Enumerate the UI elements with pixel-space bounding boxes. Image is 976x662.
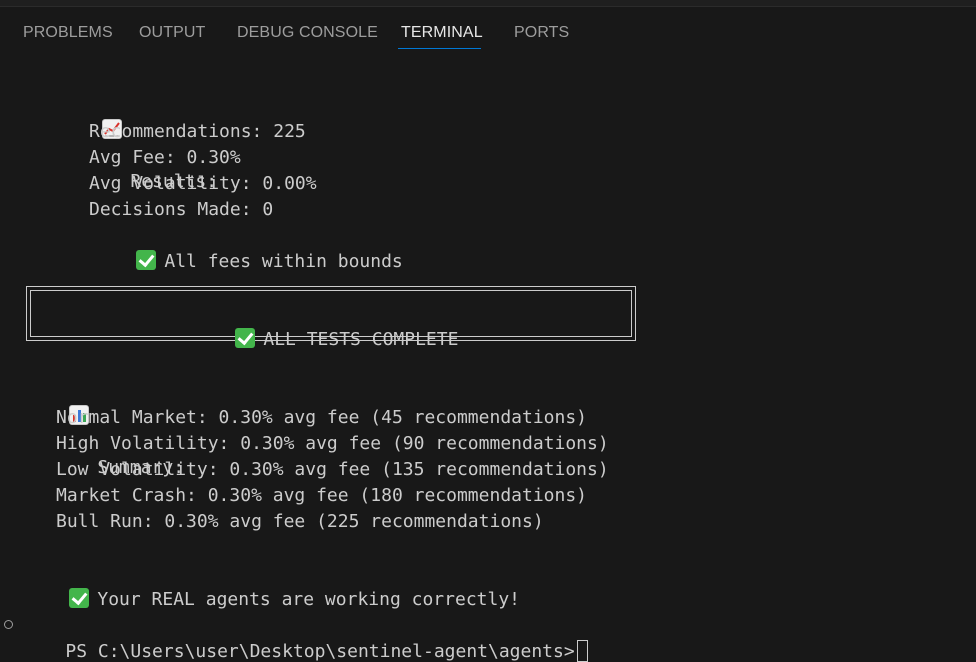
check-mark-button-icon: [235, 328, 256, 348]
prompt-text: PS C:\Users\user\Desktop\sentinel-agent\…: [65, 641, 575, 662]
check-mark-button-icon: [136, 250, 157, 270]
results-header-line: Results:: [59, 93, 217, 192]
avg-volatility-line: Avg Volatility: 0.00%: [89, 173, 317, 194]
fees-check-text: All fees within bounds: [164, 251, 403, 272]
summary-line-market-crash: Market Crash: 0.30% avg fee (180 recomme…: [56, 485, 588, 506]
summary-line-bull-run: Bull Run: 0.30% avg fee (225 recommendat…: [56, 511, 544, 532]
final-message-line: Your REAL agents are working correctly!: [26, 561, 520, 610]
terminal-cursor: [576, 640, 588, 662]
fees-check-line: All fees within bounds: [93, 223, 403, 272]
summary-line-high-volatility: High Volatility: 0.30% avg fee (90 recom…: [56, 433, 609, 454]
final-message: Your REAL agents are working correctly!: [97, 589, 520, 610]
banner-text: ALL TESTS COMPLETE: [263, 329, 459, 350]
summary-line-low-volatility: Low Volatility: 0.30% avg fee (135 recom…: [56, 459, 609, 480]
command-status-dot-icon[interactable]: [4, 620, 13, 629]
summary-line-normal-market: Normal Market: 0.30% avg fee (45 recomme…: [56, 407, 588, 428]
check-mark-button-icon: [69, 588, 90, 608]
summary-header-line: Summary:: [26, 379, 184, 478]
prompt-line[interactable]: PS C:\Users\user\Desktop\sentinel-agent\…: [22, 613, 588, 662]
terminal-output[interactable]: Results: Recommendations: 225 Avg Fee: 0…: [0, 0, 976, 662]
banner-line: ALL TESTS COMPLETE: [192, 301, 458, 350]
recommendations-line: Recommendations: 225: [89, 121, 306, 142]
avg-fee-line: Avg Fee: 0.30%: [89, 147, 241, 168]
decisions-made-line: Decisions Made: 0: [89, 199, 274, 220]
